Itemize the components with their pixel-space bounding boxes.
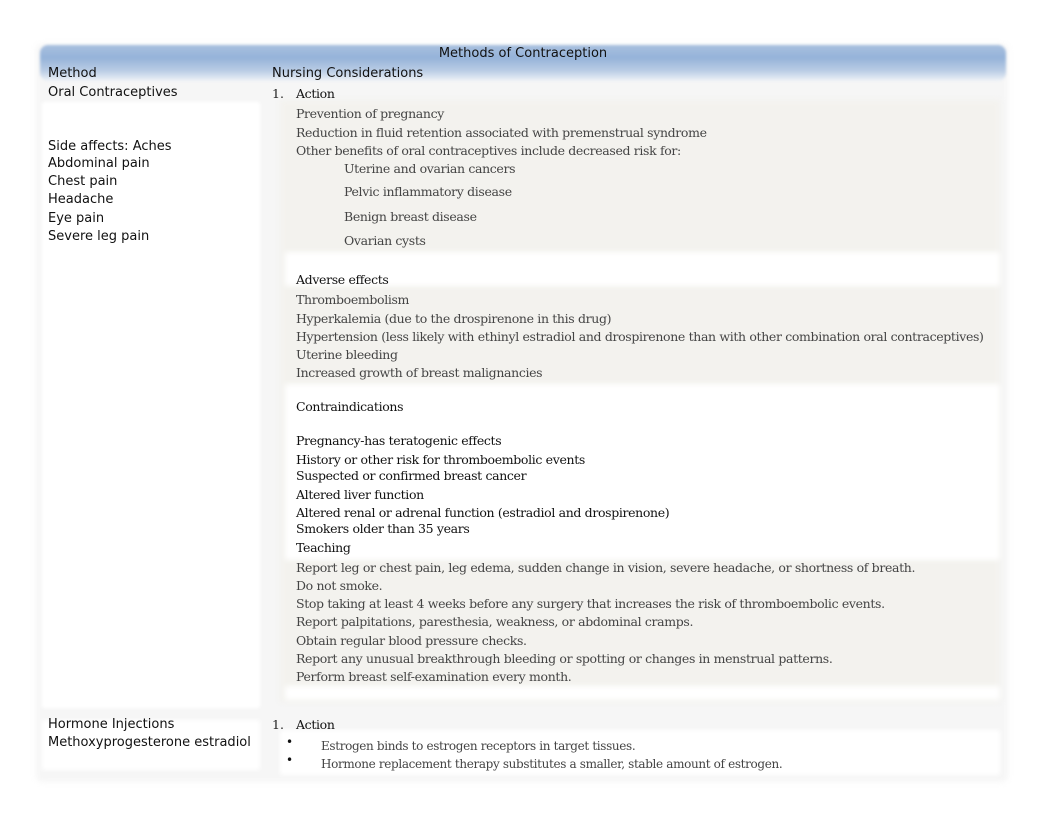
bullet-icon: •: [286, 753, 294, 767]
bullet-icon: •: [286, 735, 294, 749]
contraindication-item: Smokers older than 35 years: [296, 521, 470, 536]
method-name: Oral Contraceptives: [48, 85, 178, 100]
teaching-item: Obtain regular blood pressure checks.: [296, 633, 527, 648]
side-effect-item: Chest pain: [48, 174, 118, 189]
benefit-item: Benign breast disease: [344, 209, 477, 224]
action-heading: Action: [296, 717, 335, 732]
table-title: Methods of Contraception: [438, 46, 608, 61]
action-item: Reduction in fluid retention associated …: [296, 125, 707, 140]
side-effect-item: Severe leg pain: [48, 229, 150, 244]
contraindications-heading: Contraindications: [296, 399, 404, 414]
list-number: 1.: [272, 717, 284, 732]
action-heading: Action: [296, 86, 335, 101]
teaching-heading: Teaching: [296, 540, 351, 555]
teaching-item: Do not smoke.: [296, 578, 383, 593]
document-page: Methods of Contraception Method Nursing …: [0, 0, 1062, 822]
section-separator: [285, 686, 1000, 700]
side-effect-item: Abdominal pain: [48, 156, 150, 171]
method-subname: Methoxyprogesterone estradiol: [48, 735, 251, 750]
method-name: Hormone Injections: [48, 717, 175, 732]
column-header-nursing: Nursing Considerations: [272, 66, 424, 81]
teaching-item: Stop taking at least 4 weeks before any …: [296, 596, 885, 611]
contraindication-item: History or other risk for thromboembolic…: [296, 452, 585, 467]
contraindication-item: Suspected or confirmed breast cancer: [296, 468, 527, 483]
contraindication-item: Altered renal or adrenal function (estra…: [296, 505, 670, 520]
side-effect-item: Eye pain: [48, 211, 105, 226]
benefit-item: Uterine and ovarian cancers: [344, 161, 516, 176]
side-effect-item: Headache: [48, 192, 114, 207]
adverse-heading: Adverse effects: [296, 272, 389, 287]
teaching-item: Report leg or chest pain, leg edema, sud…: [296, 560, 916, 575]
action-item: Prevention of pregnancy: [296, 106, 444, 121]
side-effect-item: Side affects: Aches: [48, 139, 172, 154]
benefit-item: Pelvic inflammatory disease: [344, 184, 512, 199]
list-number: 1.: [272, 86, 284, 101]
action-item: Estrogen binds to estrogen receptors in …: [321, 739, 636, 753]
adverse-item: Hypertension (less likely with ethinyl e…: [296, 329, 984, 344]
contraindication-item: Altered liver function: [296, 487, 424, 502]
column-header-method: Method: [48, 66, 97, 81]
section-separator: [285, 252, 1000, 286]
teaching-item: Report palpitations, paresthesia, weakne…: [296, 614, 694, 629]
benefit-item: Ovarian cysts: [344, 233, 426, 248]
action-item: Hormone replacement therapy substitutes …: [321, 757, 783, 771]
action-item: Other benefits of oral contraceptives in…: [296, 143, 681, 158]
teaching-item: Report any unusual breakthrough bleeding…: [296, 651, 833, 666]
adverse-item: Uterine bleeding: [296, 347, 398, 362]
adverse-item: Increased growth of breast malignancies: [296, 365, 543, 380]
adverse-item: Thromboembolism: [296, 292, 410, 307]
adverse-item: Hyperkalemia (due to the drospirenone in…: [296, 311, 612, 326]
contraindication-item: Pregnancy-has teratogenic effects: [296, 433, 502, 448]
teaching-item: Perform breast self-examination every mo…: [296, 669, 572, 684]
